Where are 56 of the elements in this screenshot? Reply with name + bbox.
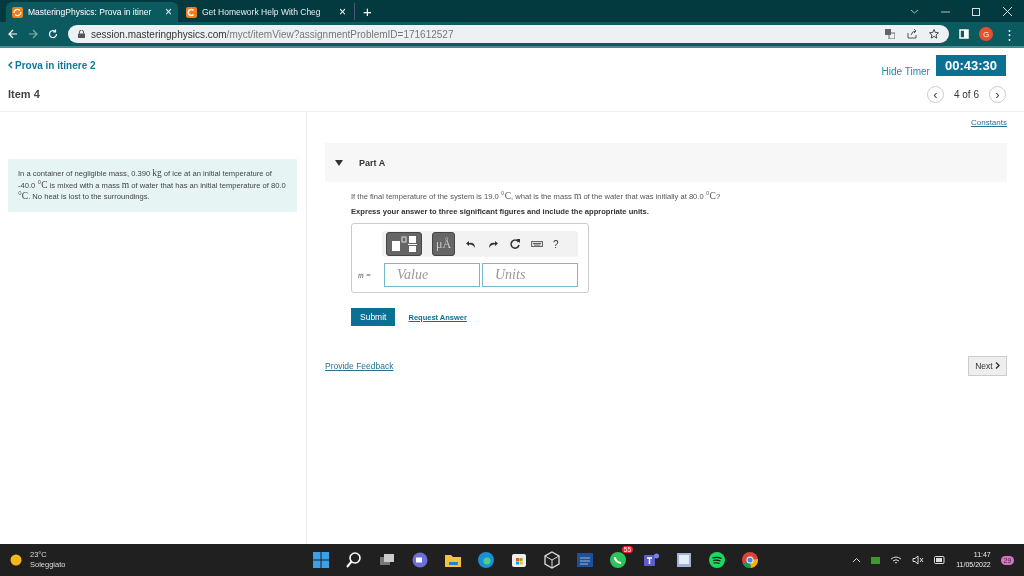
back-arrow-icon[interactable] xyxy=(8,29,18,39)
share-icon[interactable] xyxy=(907,29,917,39)
timer: 00:43:30 xyxy=(935,54,1006,76)
profile-avatar[interactable]: G xyxy=(979,27,993,41)
site-icon xyxy=(12,6,23,18)
edge-icon[interactable] xyxy=(475,549,497,571)
chevron-right-icon xyxy=(995,362,1000,369)
close-icon[interactable] xyxy=(1003,6,1012,16)
restore-icon[interactable] xyxy=(972,6,981,16)
units-button[interactable]: μÅ xyxy=(432,232,456,256)
submit-button[interactable]: Submit xyxy=(351,308,396,326)
feedback-link[interactable]: Provide Feedback xyxy=(325,361,394,371)
previous-button[interactable]: ‹ xyxy=(926,85,944,103)
spotify-icon[interactable] xyxy=(706,549,728,571)
windows-icon[interactable] xyxy=(310,549,332,571)
browser-tab[interactable]: MasteringPhysics: Prova in itiner × xyxy=(6,2,178,22)
site-icon xyxy=(186,6,197,18)
units-field[interactable]: Units xyxy=(482,263,578,287)
chevron-left-icon xyxy=(8,61,13,69)
help-button[interactable]: ? xyxy=(553,238,559,250)
cube-icon[interactable] xyxy=(541,549,563,571)
constants-link[interactable]: Constants xyxy=(970,118,1007,127)
browser-tab[interactable]: Get Homework Help With Cheg × xyxy=(180,2,352,22)
close-icon[interactable]: × xyxy=(339,5,346,19)
reset-icon[interactable] xyxy=(509,238,522,250)
next-item-button[interactable]: › xyxy=(989,85,1006,103)
lock-icon xyxy=(78,30,85,38)
side-panel-icon[interactable] xyxy=(959,29,969,39)
address-bar[interactable]: session.masteringphysics.com/myct/itemView?assignmentProblemID=171612527 xyxy=(68,25,949,43)
muted-speaker-icon[interactable] xyxy=(912,555,925,565)
star-icon[interactable] xyxy=(929,29,939,39)
menu-icon[interactable]: ⋮ xyxy=(1003,26,1016,42)
variable-label: m = xyxy=(358,270,373,280)
close-icon[interactable]: × xyxy=(165,5,172,19)
item-title: Item 4 xyxy=(8,88,40,100)
wifi-icon[interactable] xyxy=(890,555,903,565)
forward-arrow-icon[interactable] xyxy=(28,29,38,39)
keyboard-icon[interactable] xyxy=(531,238,544,250)
translate-icon[interactable] xyxy=(885,29,895,39)
template-button[interactable] xyxy=(386,232,422,256)
page-counter: 4 of 6 xyxy=(953,88,979,100)
next-button[interactable]: Next xyxy=(968,356,1007,376)
value-field[interactable]: Value xyxy=(384,263,480,287)
hide-timer-link[interactable]: Hide Timer xyxy=(881,65,930,77)
redo-icon[interactable] xyxy=(487,238,500,250)
part-header[interactable]: Part A xyxy=(325,143,1007,182)
sun-icon[interactable] xyxy=(10,554,22,566)
reload-icon[interactable] xyxy=(48,29,58,39)
back-link[interactable]: Prova in itinere 2 xyxy=(8,59,96,71)
chevron-up-icon[interactable] xyxy=(852,557,862,563)
undo-icon[interactable] xyxy=(465,238,478,250)
gpu-icon[interactable] xyxy=(871,556,881,564)
caret-icon xyxy=(335,159,343,166)
chrome-icon[interactable] xyxy=(739,549,761,571)
new-tab-button[interactable]: + xyxy=(354,2,380,20)
battery-icon[interactable] xyxy=(934,556,947,564)
